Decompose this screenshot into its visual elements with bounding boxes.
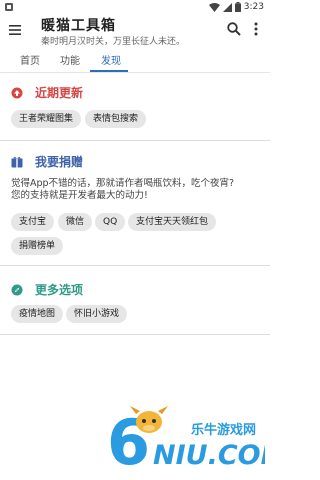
watermark-domain: NIU.COM	[153, 440, 265, 471]
donate-description-line2: 您的支持就是开发者最大的动力!	[11, 190, 148, 201]
search-icon[interactable]	[226, 21, 242, 37]
app-title: 暖猫工具箱	[41, 18, 116, 34]
status-bar: 3:23	[0, 0, 270, 14]
menu-icon[interactable]	[8, 22, 24, 38]
chip-alipay[interactable]: 支付宝	[11, 213, 55, 231]
tab-discover[interactable]: 发现	[101, 52, 121, 67]
section-title-recent: 近期更新	[35, 86, 84, 100]
chip-epidemic-map[interactable]: 疫情地图	[11, 305, 64, 323]
section-title-more: 更多选项	[35, 283, 84, 297]
section-title-donate: 我要捐赠	[35, 155, 84, 169]
section-header-donate: 我要捐赠	[11, 153, 83, 170]
section-more-options: 更多选项 疫情地图 怀旧小游戏	[0, 266, 270, 335]
chip-sticker-search[interactable]: 表情包搜索	[85, 110, 147, 128]
compass-icon	[11, 284, 23, 295]
signal-icon	[222, 2, 232, 12]
chip-donation-ranking[interactable]: 捐赠榜单	[11, 237, 64, 255]
watermark-logo: 6 乐牛游戏网 NIU.COM	[107, 406, 265, 472]
status-time: 3:23	[243, 2, 264, 12]
section-header-more: 更多选项	[11, 281, 83, 298]
chip-retro-games[interactable]: 怀旧小游戏	[66, 305, 128, 323]
chip-qq[interactable]: QQ	[95, 213, 126, 231]
donate-description-line1: 觉得App不错的话，那就请作者喝瓶饮料，吃个夜宵?	[11, 178, 235, 189]
upload-icon	[11, 87, 23, 98]
section-recent-updates: 近期更新 王者荣耀图集 表情包搜索	[0, 74, 270, 141]
chip-honor-of-kings-gallery[interactable]: 王者荣耀图集	[11, 110, 82, 128]
tab-home[interactable]: 首页	[20, 52, 40, 67]
tab-indicator	[90, 70, 128, 72]
battery-icon	[234, 2, 241, 12]
notification-icon	[5, 3, 13, 11]
chip-wechat[interactable]: 微信	[58, 213, 93, 231]
section-header-recent: 近期更新	[11, 84, 83, 101]
gift-icon	[11, 156, 23, 167]
watermark-brand: 乐牛游戏网	[191, 422, 256, 438]
tab-bar: 首页 功能 发现	[0, 47, 270, 73]
more-vert-icon[interactable]	[250, 20, 262, 38]
tab-features[interactable]: 功能	[60, 52, 80, 67]
section-donate: 我要捐赠 觉得App不错的话，那就请作者喝瓶饮料，吃个夜宵? 您的支持就是开发者…	[0, 141, 270, 266]
app-subtitle: 秦时明月汉时关，万里长征人未还。	[41, 37, 186, 45]
chip-alipay-daily-red-packet[interactable]: 支付宝天天领红包	[128, 213, 217, 231]
wifi-icon	[208, 2, 220, 12]
app-bar: 暖猫工具箱 秦时明月汉时关，万里长征人未还。	[0, 14, 270, 47]
